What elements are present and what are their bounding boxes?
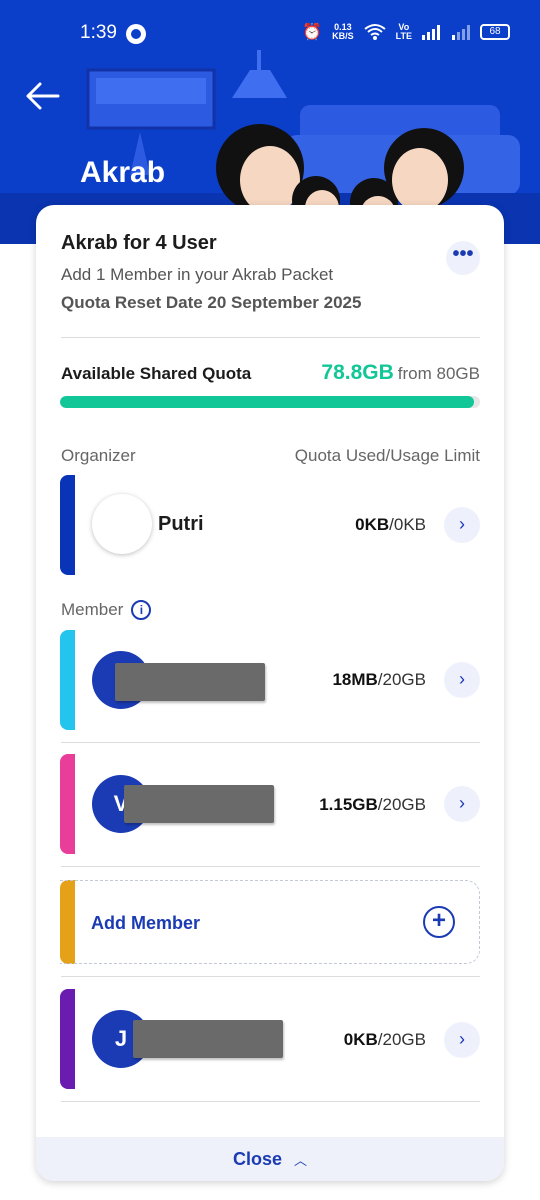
close-label: Close: [232, 1148, 282, 1169]
available-quota: 78.8GB: [321, 361, 394, 384]
member-row[interactable]: J 0KB/20GB ›: [60, 989, 480, 1089]
divider: [61, 976, 480, 977]
shared-quota-label: Available Shared Quota: [61, 364, 252, 383]
signal-icon: [422, 25, 440, 40]
chevron-right-icon: ›: [459, 1029, 465, 1049]
organizer-heading: Organizer: [61, 446, 136, 465]
member-stripe: [60, 754, 75, 854]
signal-2-icon: [452, 25, 470, 40]
status-icons: ⏰ 0.13 KB/S Vo LTE 68: [302, 22, 510, 42]
member-row[interactable]: 18MB/20GB ›: [60, 630, 480, 730]
plan-title: Akrab for 4 User: [61, 232, 217, 254]
wifi-icon: [364, 24, 386, 40]
more-options-button[interactable]: •••: [446, 241, 480, 275]
member-used: 0KB: [343, 1030, 378, 1049]
add-member-label[interactable]: Add Member: [91, 913, 200, 934]
divider: [61, 337, 480, 338]
member-usage: 18MB/20GB: [332, 670, 426, 690]
member-row[interactable]: V 1.15GB/20GB ›: [60, 754, 480, 854]
arrow-left-icon: [26, 82, 60, 110]
chevron-up-icon: ︿: [294, 1152, 308, 1168]
back-button[interactable]: [24, 80, 64, 114]
redacted-name: [133, 1020, 283, 1058]
network-speed: 0.13 KB/S: [332, 23, 354, 41]
battery-icon: 68: [480, 24, 510, 40]
member-limit: /20GB: [377, 795, 426, 814]
member-limit: /20GB: [377, 670, 426, 689]
app-notification-icon: [126, 24, 146, 44]
member-usage: 0KB/20GB: [344, 1030, 426, 1050]
member-limit: /20GB: [377, 1030, 426, 1049]
chevron-right-icon: ›: [459, 793, 465, 813]
divider: [61, 1101, 480, 1102]
status-time: 1:39: [80, 22, 117, 43]
organizer-stripe: [60, 475, 75, 575]
quota-progress-bar: [60, 396, 480, 408]
organizer-row[interactable]: Putri 0KB/0KB ›: [60, 475, 480, 575]
add-circle-icon[interactable]: +: [423, 906, 455, 938]
divider: [61, 866, 480, 867]
more-dots-icon: •••: [452, 243, 474, 265]
member-detail-button[interactable]: ›: [444, 662, 480, 698]
quota-progress-fill: [60, 396, 474, 408]
info-icon[interactable]: i: [131, 600, 152, 620]
volte-icon: Vo LTE: [395, 22, 412, 41]
redacted-name: [124, 785, 274, 823]
alarm-icon: ⏰: [302, 24, 323, 41]
usage-column-heading: Quota Used/Usage Limit: [294, 446, 480, 465]
member-detail-button[interactable]: ›: [444, 786, 480, 822]
page-title: Akrab: [80, 156, 166, 189]
chevron-right-icon: ›: [459, 514, 465, 534]
avatar: [92, 494, 152, 554]
total-quota: from 80GB: [397, 364, 480, 383]
member-stripe: [60, 989, 75, 1089]
redacted-name: [115, 663, 265, 701]
member-heading-label: Member: [61, 600, 124, 619]
member-detail-button[interactable]: ›: [444, 1022, 480, 1058]
quota-reset-date: Quota Reset Date 20 September 2025: [61, 293, 362, 312]
organizer-usage: 0KB/0KB: [355, 515, 426, 535]
member-stripe: [60, 630, 75, 730]
organizer-detail-button[interactable]: ›: [444, 507, 480, 543]
member-heading: Member i: [61, 600, 152, 620]
organizer-limit: /0KB: [389, 515, 426, 534]
close-button[interactable]: Close ︿: [36, 1137, 504, 1181]
network-speed-unit: KB/S: [332, 31, 354, 41]
organizer-name: Putri: [158, 513, 204, 535]
akrab-detail-card: Akrab for 4 User Add 1 Member in your Ak…: [36, 205, 504, 1181]
shared-quota-value: 78.8GB from 80GB: [321, 361, 480, 385]
chevron-right-icon: ›: [459, 669, 465, 689]
member-used: 18MB: [332, 670, 378, 689]
divider: [61, 742, 480, 743]
plan-subtitle: Add 1 Member in your Akrab Packet: [61, 265, 334, 284]
organizer-used: 0KB: [355, 515, 390, 534]
member-usage: 1.15GB/20GB: [319, 795, 426, 815]
member-used: 1.15GB: [319, 795, 378, 814]
